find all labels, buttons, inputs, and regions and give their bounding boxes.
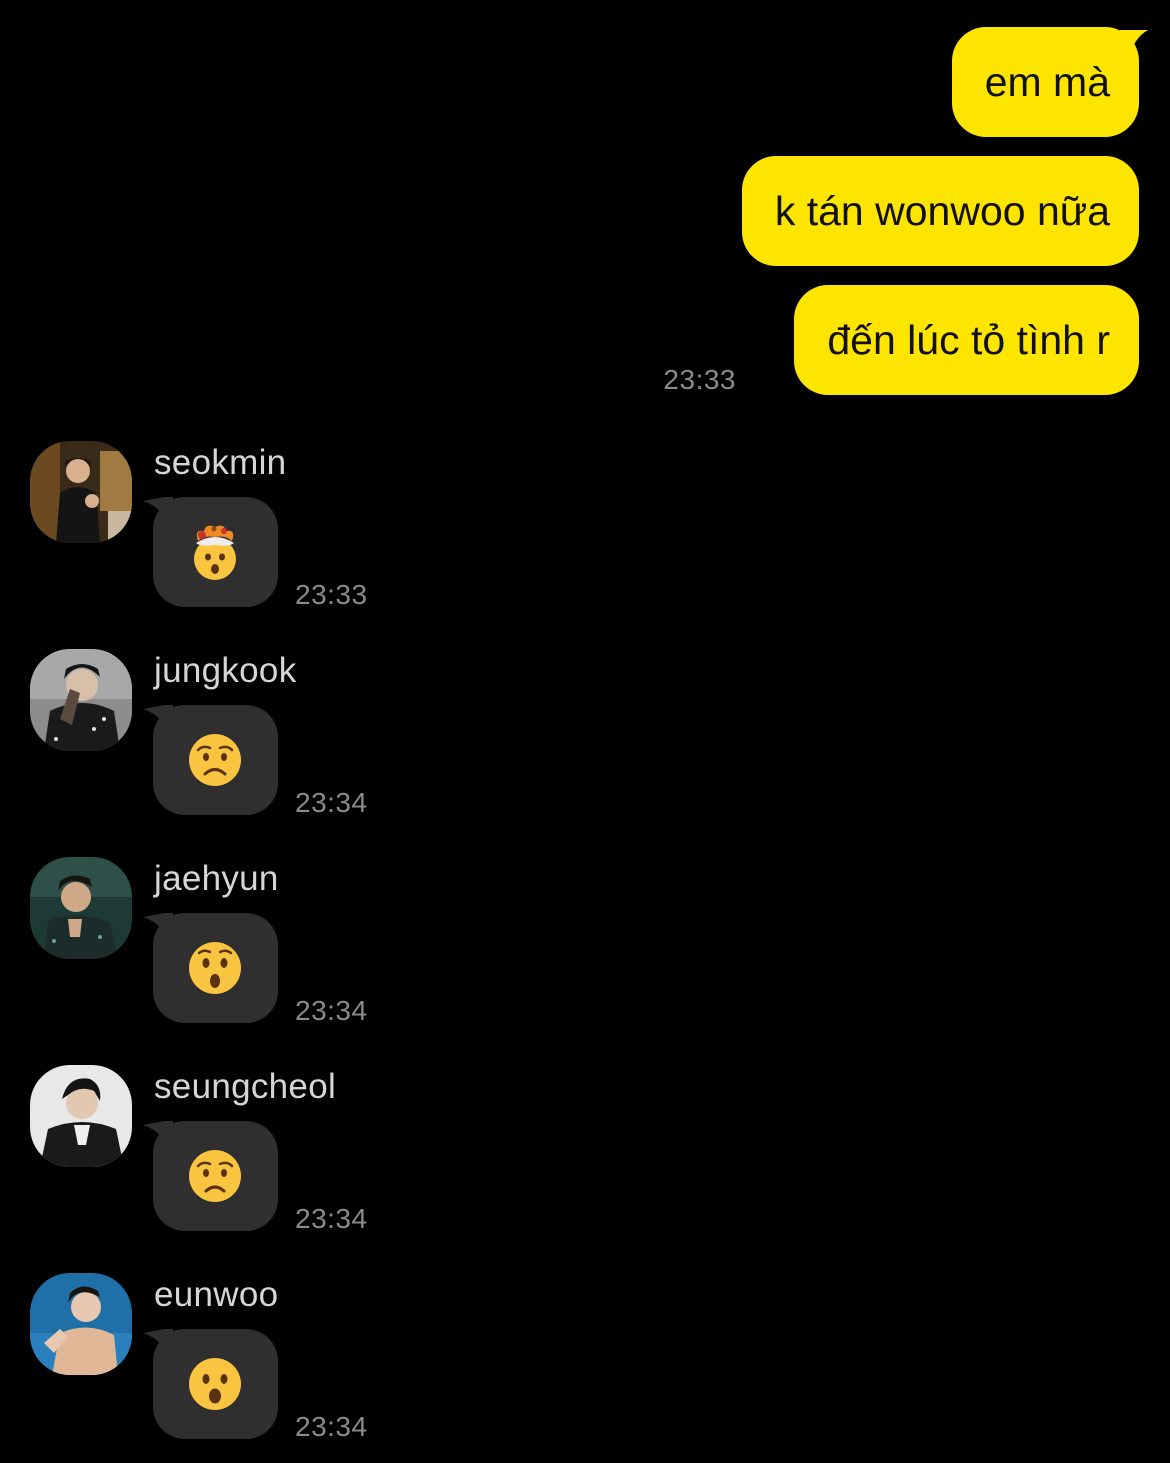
sender-name: jaehyun: [154, 859, 279, 898]
avatar[interactable]: [30, 857, 132, 959]
incoming-message-group: jungkook 23:34: [0, 649, 600, 829]
message-timestamp: 23:33: [295, 579, 368, 610]
outgoing-message[interactable]: đến lúc tỏ tình r: [794, 285, 1139, 395]
message-timestamp: 23:33: [663, 364, 736, 395]
sender-name: seungcheol: [154, 1067, 337, 1106]
sender-name: eunwoo: [154, 1275, 279, 1314]
sender-name: seokmin: [154, 443, 287, 482]
message-timestamp: 23:34: [295, 1203, 368, 1234]
incoming-message-group: eunwoo 23:34: [0, 1273, 600, 1453]
message-timestamp: 23:34: [295, 995, 368, 1026]
worried-face-emoji: [186, 1147, 244, 1205]
incoming-message[interactable]: [153, 913, 278, 1023]
avatar[interactable]: [30, 1065, 132, 1167]
outgoing-message[interactable]: em mà: [951, 27, 1139, 137]
sender-name: jungkook: [154, 651, 297, 690]
avatar[interactable]: [30, 1273, 132, 1375]
hushed-face-emoji: [186, 939, 244, 997]
chat-view[interactable]: em mà k tán wonwoo nữa đến lúc tỏ tình r…: [0, 0, 1170, 1463]
incoming-message[interactable]: [153, 497, 278, 607]
open-mouth-face-emoji: [186, 1355, 244, 1413]
incoming-message[interactable]: [153, 705, 278, 815]
incoming-message[interactable]: [153, 1329, 278, 1439]
message-timestamp: 23:34: [295, 787, 368, 818]
outgoing-message[interactable]: k tán wonwoo nữa: [741, 156, 1139, 266]
exploding-head-emoji: [186, 523, 244, 581]
incoming-message-group: jaehyun 23:34: [0, 857, 600, 1037]
message-timestamp: 23:34: [295, 1411, 368, 1442]
avatar[interactable]: [30, 441, 132, 543]
incoming-message-group: seungcheol 23:34: [0, 1065, 600, 1245]
avatar[interactable]: [30, 649, 132, 751]
incoming-message[interactable]: [153, 1121, 278, 1231]
worried-face-emoji: [186, 731, 244, 789]
incoming-message-group: seokmin 23:33: [0, 441, 600, 621]
